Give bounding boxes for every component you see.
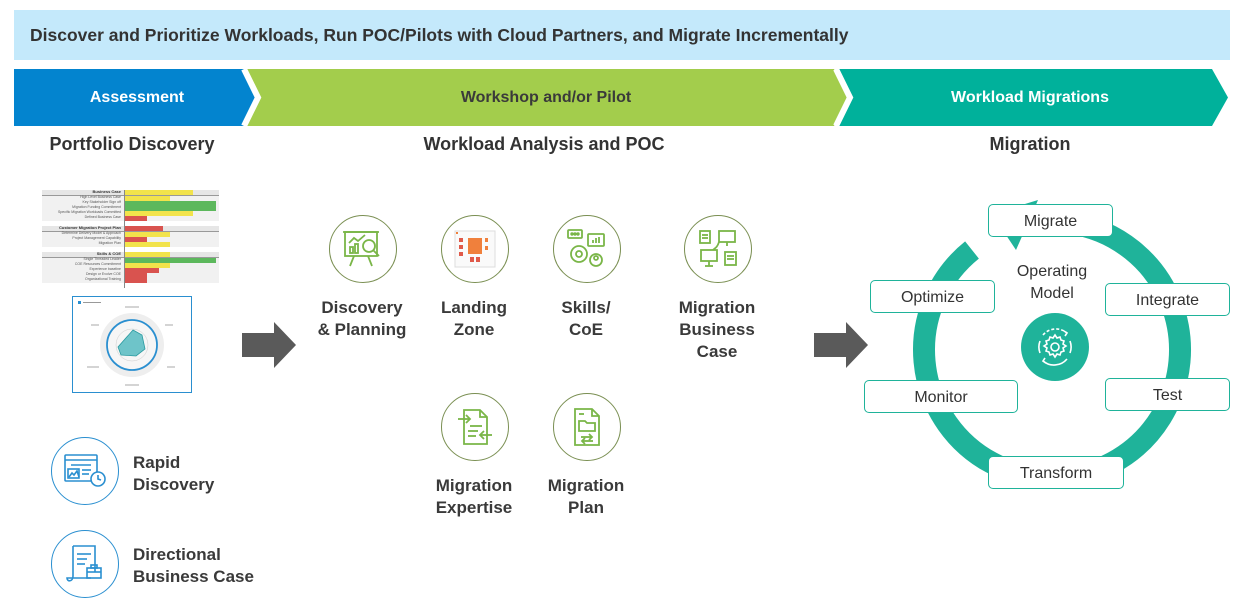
migration-expertise-label: Migration Expertise xyxy=(435,476,513,517)
scorecard-thumbnail: Business Case High Level Business Case Key… xyxy=(42,189,219,288)
phase-title-portfolio: Portfolio Discovery xyxy=(49,134,215,154)
skills-coe-label: Skills/CoE xyxy=(561,298,611,339)
scorecard-row: Defined Business Case xyxy=(42,215,219,221)
rapid-discovery-label: Rapid Discovery xyxy=(133,453,215,494)
step-test[interactable]: Test xyxy=(1105,378,1230,411)
phase-label-workshop: Workshop and/or Pilot xyxy=(460,89,632,106)
network-computers-icon xyxy=(699,230,737,267)
architecture-diagram-icon xyxy=(454,230,496,268)
phase-title-migration: Migration xyxy=(989,134,1071,154)
banner-title: Discover and Prioritize Workloads, Run P… xyxy=(30,25,849,45)
migration-plan-icon-circle xyxy=(553,393,621,461)
gear-cycle-icon xyxy=(1038,328,1072,366)
discovery-planning-label: Discovery & Planning xyxy=(317,298,407,339)
presentation-analysis-icon xyxy=(343,231,380,267)
arrow-right-icon xyxy=(814,322,868,368)
landing-zone-icon-circle xyxy=(441,215,509,283)
step-optimize[interactable]: Optimize xyxy=(870,280,995,313)
folder-plan-icon xyxy=(574,408,600,446)
migration-business-case-icon-circle xyxy=(684,215,752,283)
business-case-label: Directional Business Case xyxy=(133,545,254,586)
discovery-planning-icon-circle xyxy=(329,215,397,283)
rapid-discovery-icon-circle xyxy=(51,437,119,505)
migration-plan-label: Migration Plan xyxy=(547,476,625,517)
document-briefcase-icon xyxy=(66,545,102,582)
radar-chart-thumbnail xyxy=(72,296,192,393)
business-case-icon-circle xyxy=(51,530,119,598)
scorecard-row: Migration Plan xyxy=(42,241,219,247)
skills-gear-icon xyxy=(567,229,605,267)
step-integrate[interactable]: Integrate xyxy=(1105,283,1230,316)
step-migrate[interactable]: Migrate xyxy=(988,204,1113,237)
dashboard-timer-icon xyxy=(64,454,106,487)
migration-expertise-icon-circle xyxy=(441,393,509,461)
header-banner: Discover and Prioritize Workloads, Run P… xyxy=(14,10,1230,60)
phase-label-assessment: Assessment xyxy=(89,89,185,106)
phase-label-migrations: Workload Migrations xyxy=(951,89,1109,106)
phase-title-workload: Workload Analysis and POC xyxy=(423,134,665,154)
skills-coe-icon-circle xyxy=(553,215,621,283)
arrow-right-icon xyxy=(242,322,296,368)
migration-business-case-label: Migration Business Case xyxy=(678,298,756,361)
operating-model-label: Operating Model xyxy=(1016,263,1088,302)
scorecard-row: Organizational Training xyxy=(42,277,219,283)
operating-model-icon-circle xyxy=(1021,313,1089,381)
step-monitor[interactable]: Monitor xyxy=(864,380,1018,413)
landing-zone-label: Landing Zone xyxy=(440,298,508,339)
document-transfer-icon xyxy=(458,409,492,445)
step-transform[interactable]: Transform xyxy=(988,456,1124,489)
